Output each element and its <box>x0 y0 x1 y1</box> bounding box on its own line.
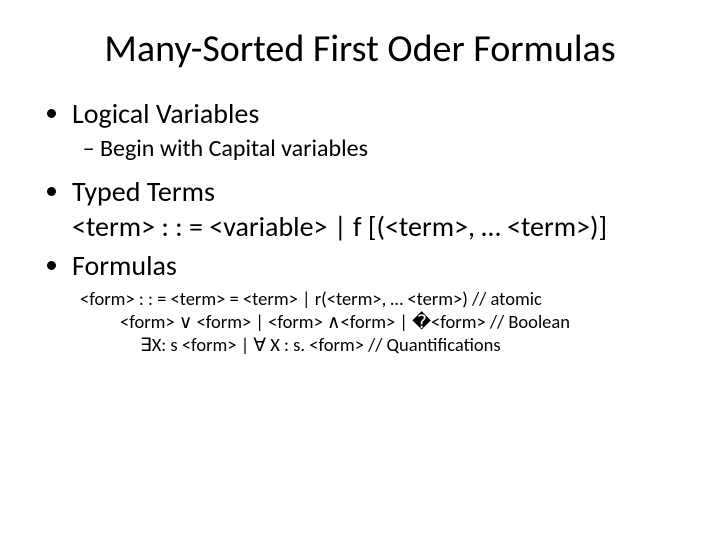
bullet-list: Logical Variables Begin with Capital var… <box>40 96 680 283</box>
bullet-text: Logical Variables <box>72 96 259 131</box>
formula-syntax: <form> : : = <term> = <term> | r(<term>,… <box>80 287 680 356</box>
slide-title: Many-Sorted First Oder Formulas <box>40 26 680 72</box>
syntax-line-quant: ∃X: s <form> | ∀ X : s. <form> // Quanti… <box>80 333 680 356</box>
bullet-logical-variables: Logical Variables Begin with Capital var… <box>72 96 680 164</box>
subbullet-capital: Begin with Capital variables <box>100 133 680 164</box>
syntax-line-boolean: <form> ∨ <form> | <form> ∧<form> | �<for… <box>80 310 680 333</box>
syntax-line-atomic: <form> : : = <term> = <term> | r(<term>,… <box>80 287 680 310</box>
bullet-typed-terms: Typed Terms <term> : : = <variable> | f … <box>72 174 680 244</box>
bullet-text: Typed Terms <box>72 174 215 209</box>
bullet-text: Formulas <box>72 248 177 283</box>
bullet-formulas: Formulas <box>72 248 680 283</box>
term-grammar: <term> : : = <variable> | f [(<term>, … … <box>72 209 607 244</box>
sublist: Begin with Capital variables <box>72 133 680 164</box>
slide: Many-Sorted First Oder Formulas Logical … <box>0 0 720 540</box>
